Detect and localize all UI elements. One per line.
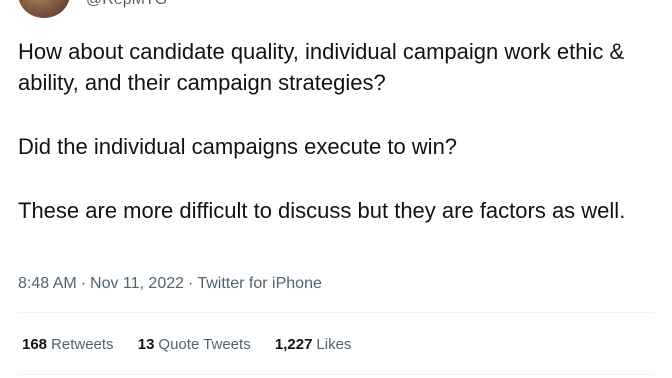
retweets-count: 168	[22, 336, 48, 353]
retweets-label: Retweets	[51, 336, 114, 353]
meta-separator: ·	[188, 275, 194, 292]
tweet-metadata: 8:48 AM · Nov 11, 2022 · Twitter for iPhone	[18, 275, 322, 293]
quote-tweets-stat[interactable]: 13 Quote Tweets	[138, 336, 251, 353]
tweet-source[interactable]: Twitter for iPhone	[197, 275, 322, 292]
quote-tweets-label: Quote Tweets	[158, 336, 251, 353]
tweet-paragraph: Did the individual campaigns execute to …	[18, 134, 458, 159]
retweets-stat[interactable]: 168 Retweets	[22, 336, 114, 353]
likes-label: Likes	[316, 336, 352, 353]
divider	[18, 312, 654, 313]
author-handle[interactable]: @RepMTG	[86, 0, 167, 9]
avatar[interactable]	[18, 0, 70, 18]
tweet-paragraph: How about candidate quality, individual …	[18, 39, 625, 95]
engagement-stats: 168 Retweets 13 Quote Tweets 1,227 Likes	[22, 336, 371, 353]
tweet-detail: @RepMTG How about candidate quality, ind…	[0, 0, 672, 378]
tweet-time[interactable]: 8:48 AM	[18, 275, 77, 292]
tweet-text: How about candidate quality, individual …	[18, 36, 663, 259]
tweet-paragraph: These are more difficult to discuss but …	[18, 198, 626, 223]
quote-tweets-count: 13	[137, 336, 155, 353]
divider	[18, 374, 654, 375]
likes-count: 1,227	[274, 336, 313, 353]
meta-separator: ·	[80, 275, 87, 292]
likes-stat[interactable]: 1,227 Likes	[275, 336, 352, 353]
tweet-date[interactable]: Nov 11, 2022	[90, 275, 184, 292]
